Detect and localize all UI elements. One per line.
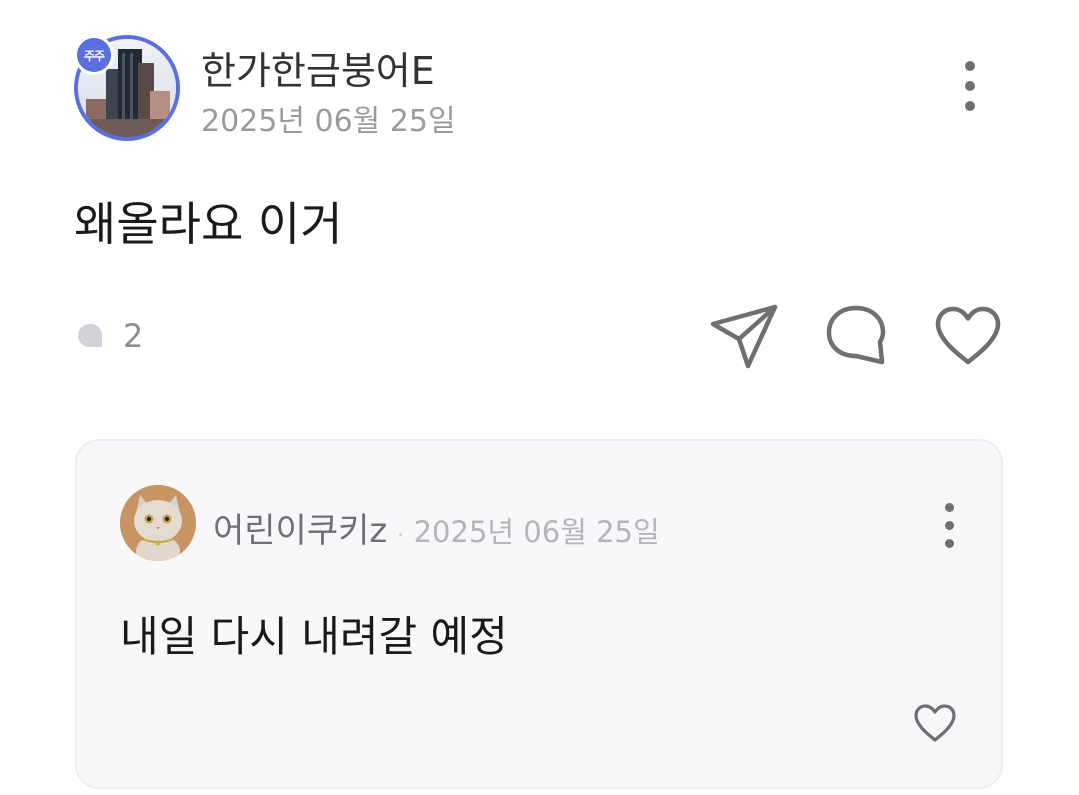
- speech-bubble-icon: [78, 324, 102, 347]
- more-vertical-icon: [944, 502, 954, 512]
- stock-holder-badge: 주주: [74, 35, 114, 75]
- commenter-avatar[interactable]: [120, 485, 196, 561]
- post-content: 왜올라요 이거: [74, 197, 343, 251]
- post-date: 2025년 06월 25일: [201, 104, 456, 139]
- more-dot: [965, 81, 975, 91]
- author-name[interactable]: 한가한금붕어E: [201, 40, 435, 95]
- more-dot: [944, 538, 954, 548]
- comment-card: 어린이쿠키z · 2025년 06월 25일 내일 다시 내려갈 예정: [75, 439, 1003, 789]
- comment-count-indicator: 2: [75, 316, 143, 356]
- more-dot: [944, 520, 954, 530]
- more-dot: [965, 101, 975, 111]
- comment-like-button[interactable]: [913, 703, 957, 743]
- post-page: 주주 한가한금붕어E 2025년 06월 25일 왜올라요 이거 2 어린이쿠키…: [0, 0, 1079, 795]
- comment-more-button[interactable]: [927, 497, 971, 553]
- commenter-name[interactable]: 어린이쿠키z: [213, 503, 387, 552]
- chat-bubble-icon: [826, 305, 886, 365]
- more-vertical-icon: [965, 61, 975, 71]
- heart-icon: [914, 704, 956, 742]
- comment-count: 2: [123, 317, 144, 355]
- author-avatar-wrap[interactable]: 주주: [74, 35, 180, 141]
- cat-avatar-image: [120, 485, 196, 561]
- paper-plane-icon: [710, 304, 778, 369]
- meta-separator: ·: [397, 523, 404, 547]
- comment-text: 내일 다시 내려갈 예정: [120, 612, 508, 661]
- share-button[interactable]: [708, 302, 780, 372]
- comment-meta: 어린이쿠키z · 2025년 06월 25일: [213, 503, 660, 552]
- comment-button[interactable]: [824, 304, 888, 368]
- like-button[interactable]: [934, 305, 1002, 367]
- heart-icon: [935, 306, 1001, 365]
- post-more-button[interactable]: [945, 56, 995, 116]
- comment-date: 2025년 06월 25일: [413, 515, 660, 549]
